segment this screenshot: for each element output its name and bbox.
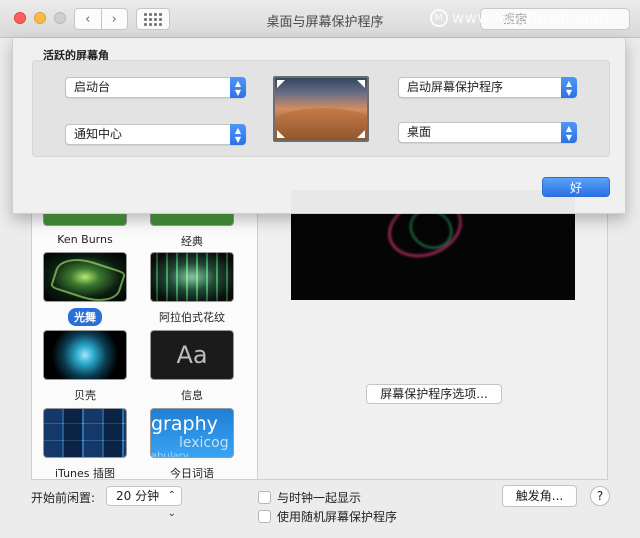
nav-buttons: ‹ › [74, 8, 128, 30]
window-title: 桌面与屏幕保护程序 [266, 15, 384, 30]
corner-marker-icon [357, 80, 365, 88]
close-icon[interactable] [14, 12, 26, 24]
screen-corner-preview [273, 76, 369, 142]
screensaver-ken-burns[interactable]: Ken Burns [42, 210, 128, 247]
screensaver-label: 今日词语 [170, 467, 214, 480]
screensaver-label: 贝壳 [74, 389, 96, 402]
top-right-corner-select[interactable]: 启动屏幕保护程序 ▲ ▼ [398, 77, 577, 98]
screensaver-options-button[interactable]: 屏幕保护程序选项... [366, 384, 502, 404]
corner-marker-icon [277, 80, 285, 88]
stepper-icon: ▲ ▼ [561, 122, 577, 143]
chevron-right-icon[interactable]: › [100, 9, 128, 29]
screensaver-word-of-the-day[interactable]: graphy lexicog abulary 今日词语 [149, 408, 235, 482]
window-titlebar: ‹ › 桌面与屏幕保护程序 搜索 M www.MacDown.com [0, 0, 640, 38]
help-button[interactable]: ? [590, 486, 610, 506]
screensaver-flurry[interactable]: 光舞 [42, 252, 128, 326]
screensaver-thumbnail [150, 252, 234, 302]
screensaver-thumbnail [43, 330, 127, 380]
idle-label: 开始前闲置: [31, 491, 96, 505]
random-saver-checkbox[interactable]: 使用随机屏幕保护程序 [258, 508, 397, 525]
checkbox-box[interactable] [258, 491, 271, 504]
corner-marker-icon [277, 130, 285, 138]
screensaver-label: 信息 [181, 389, 203, 402]
screensaver-message[interactable]: Aa 信息 [149, 330, 235, 404]
screensaver-itunes-artwork[interactable]: iTunes 插图 [42, 408, 128, 482]
stepper-icon: ▲ ▼ [561, 77, 577, 98]
watermark: M www.MacDown.com [430, 6, 640, 30]
stepper-icon: ⌃ ⌄ [167, 490, 176, 519]
top-left-corner-select[interactable]: 启动台 ▲ ▼ [65, 77, 246, 98]
stepper-icon: ▲ ▼ [230, 77, 246, 98]
watermark-logo-icon: M [430, 9, 448, 27]
minimize-icon[interactable] [34, 12, 46, 24]
bottom-controls: 开始前闲置: 20 分钟 ⌃ ⌄ 与时钟一起显示 使用随机屏幕保护程序 触发角..… [0, 482, 640, 538]
screensaver-classic[interactable]: 经典 [149, 210, 235, 250]
bottom-right-corner-select[interactable]: 桌面 ▲ ▼ [398, 122, 577, 143]
chevron-left-icon[interactable]: ‹ [75, 9, 101, 29]
grid-icon[interactable] [136, 8, 170, 30]
screensaver-thumbnail [43, 252, 127, 302]
screensaver-label: 经典 [181, 235, 203, 248]
screensaver-shell[interactable]: 贝壳 [42, 330, 128, 404]
screensaver-label: 光舞 [68, 308, 102, 326]
bottom-left-corner-select[interactable]: 通知中心 ▲ ▼ [65, 124, 246, 145]
idle-time-select[interactable]: 20 分钟 ⌃ ⌄ [106, 486, 182, 519]
screensaver-thumbnail: Aa [150, 330, 234, 380]
corner-marker-icon [357, 130, 365, 138]
hot-corners-sheet: 活跃的屏幕角 启动台 ▲ ▼ 通知中心 ▲ ▼ 启动屏幕保护程序 ▲ ▼ 桌面 ▲ ▼ … [12, 38, 626, 214]
screensaver-label: iTunes 插图 [54, 467, 116, 480]
stepper-icon: ▲ ▼ [230, 124, 246, 145]
screensaver-thumbnail [43, 408, 127, 458]
zoom-icon[interactable] [54, 12, 66, 24]
screensaver-label: Ken Burns [57, 233, 113, 246]
screensaver-label: 阿拉伯式花纹 [159, 311, 225, 324]
screensaver-arabesque[interactable]: 阿拉伯式花纹 [149, 252, 235, 326]
ok-button[interactable]: 好 [542, 177, 610, 197]
screensaver-thumbnail: graphy lexicog abulary [150, 408, 234, 458]
show-clock-checkbox[interactable]: 与时钟一起显示 [258, 489, 361, 506]
hot-corners-button[interactable]: 触发角... [502, 485, 577, 507]
checkbox-box[interactable] [258, 510, 271, 523]
